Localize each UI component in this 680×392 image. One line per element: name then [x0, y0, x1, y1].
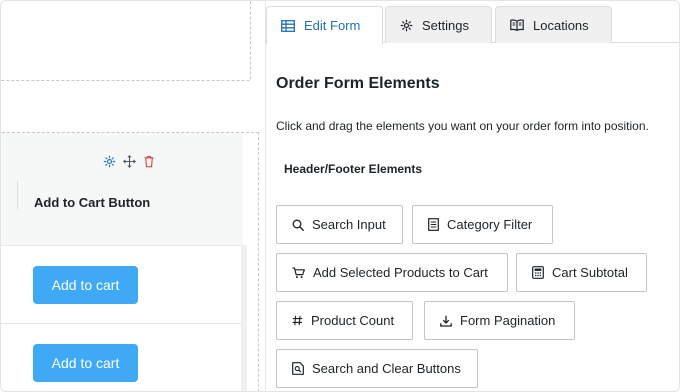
- column-title: Add to Cart Button: [34, 195, 151, 210]
- header-drop-zone[interactable]: [1, 1, 251, 81]
- column-header[interactable]: [1, 133, 243, 245]
- element-category-filter[interactable]: Category Filter: [412, 205, 553, 244]
- tab-settings[interactable]: Settings: [385, 6, 492, 43]
- move-icon[interactable]: [123, 155, 136, 168]
- tab-locations[interactable]: Locations: [495, 6, 612, 43]
- cart-icon: [292, 266, 305, 279]
- element-form-pagination[interactable]: Form Pagination: [424, 301, 575, 340]
- gear-icon: [400, 19, 413, 32]
- trash-icon[interactable]: [143, 155, 155, 168]
- element-label: Cart Subtotal: [552, 265, 628, 280]
- row-divider: [1, 245, 241, 246]
- calculator-icon: [532, 266, 544, 279]
- tab-label: Edit Form: [304, 18, 361, 33]
- hash-icon: [292, 315, 303, 326]
- form-canvas: Add to Cart Button Add to cart Add to ca…: [1, 1, 265, 391]
- search-icon: [292, 219, 304, 231]
- element-product-count[interactable]: Product Count: [276, 301, 413, 340]
- app-frame: Add to Cart Button Add to cart Add to ca…: [0, 0, 680, 392]
- book-icon: [510, 19, 524, 31]
- add-to-cart-button[interactable]: Add to cart: [33, 266, 138, 304]
- panel-title: Order Form Elements: [276, 75, 440, 92]
- element-label: Search and Clear Buttons: [312, 361, 461, 376]
- search-page-icon: [292, 362, 304, 375]
- sidebar-panel: Edit Form Settings Locations Order Form …: [265, 1, 679, 391]
- add-to-cart-button[interactable]: Add to cart: [33, 344, 138, 382]
- section-title: Header/Footer Elements: [284, 162, 423, 176]
- element-cart-subtotal[interactable]: Cart Subtotal: [516, 253, 647, 292]
- tab-label: Settings: [422, 17, 469, 33]
- scrollbar[interactable]: [241, 245, 247, 391]
- gear-icon[interactable]: [103, 155, 116, 168]
- element-add-selected-products[interactable]: Add Selected Products to Cart: [276, 253, 508, 292]
- element-label: Search Input: [312, 217, 386, 232]
- download-icon: [440, 315, 452, 327]
- element-label: Add Selected Products to Cart: [313, 265, 488, 280]
- column-controls: [103, 155, 155, 168]
- tab-label: Locations: [533, 17, 589, 33]
- element-label: Form Pagination: [460, 313, 556, 328]
- element-search-input[interactable]: Search Input: [276, 205, 403, 244]
- table-icon: [281, 19, 295, 32]
- column-divider: [17, 181, 18, 209]
- tab-bar: Edit Form Settings Locations: [266, 1, 679, 44]
- list-icon: [428, 218, 439, 231]
- element-search-clear-buttons[interactable]: Search and Clear Buttons: [276, 349, 478, 388]
- element-label: Category Filter: [447, 217, 533, 232]
- tab-edit-form[interactable]: Edit Form: [266, 6, 383, 44]
- row-divider: [1, 323, 241, 324]
- element-label: Product Count: [311, 313, 395, 328]
- panel-description: Click and drag the elements you want on …: [276, 119, 649, 133]
